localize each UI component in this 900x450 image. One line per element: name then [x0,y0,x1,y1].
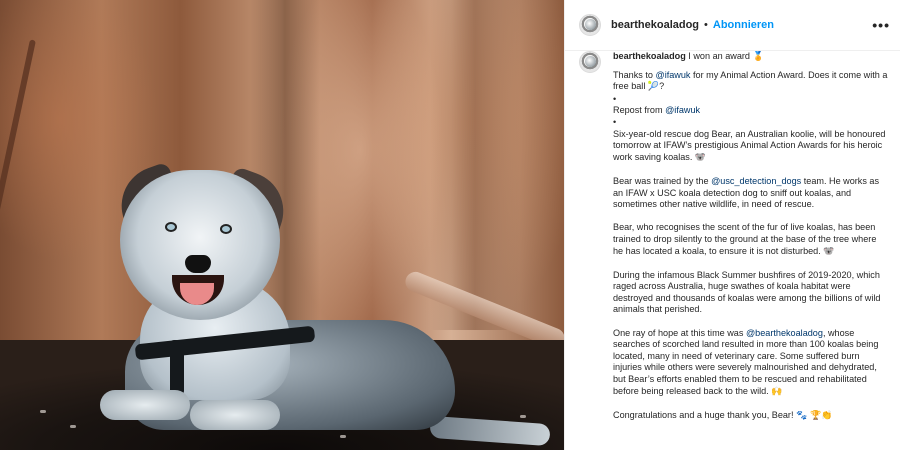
caption-text-segment: Repost from [613,105,666,116]
caption-text: bearthekoaladog I won an award 🏅 Thanks … [613,51,888,450]
caption-text-segment: ? [659,81,665,92]
caption-paragraph: Bear, who recognises the scent of the fu… [613,222,877,256]
mention-usc-detection-dogs[interactable]: @usc_detection_dogs [711,176,801,186]
post-header: bearthekoaladog • Abonnieren ••• [565,0,900,51]
dog-nose [185,255,211,273]
caption-avatar[interactable] [579,51,601,73]
caption-title: I won an award [685,51,753,61]
caption-area: bearthekoaladog I won an award 🏅 Thanks … [565,51,900,450]
dog-eye-right [220,224,232,234]
koala-icon: 🐨 [823,246,835,257]
more-options-icon[interactable]: ••• [872,17,890,33]
post-photo[interactable] [0,0,564,450]
dog-harness-strap [170,340,184,395]
ash-flake [70,425,76,428]
branch [0,39,36,354]
avatar[interactable] [579,14,601,36]
tennis-ball-icon: 🎾 [647,82,660,93]
paw-trophy-clap-icons: 🐾 🏆👏 [796,410,833,421]
dog-eye-left [165,222,177,232]
dog-paw [190,400,280,430]
mention-ifawuk[interactable]: @ifawuk [665,105,700,115]
header-separator: • [704,19,708,31]
ash-flake [40,410,46,413]
bullet: • [613,93,617,104]
caption-username-link[interactable]: bearthekoaladog [613,51,686,61]
koala-icon: 🐨 [694,152,707,163]
mention-bearthekoaladog[interactable]: @bearthekoaladog [746,328,823,338]
mention-ifawuk[interactable]: @ifawuk [655,70,690,80]
medal-icon: 🏅 [752,52,764,62]
instagram-post: bearthekoaladog • Abonnieren ••• bearthe… [0,0,900,450]
ash-flake [520,415,526,418]
ash-flake [340,435,346,438]
header-username-link[interactable]: bearthekoaladog [611,19,699,31]
caption-text-segment: One ray of hope at this time was [613,327,746,338]
caption-paragraph: During the infamous Black Summer bushfir… [613,269,881,315]
caption-paragraph: Six-year-old rescue dog Bear, an Austral… [613,128,886,162]
dog-paw [100,390,190,420]
caption-text-segment: Bear was trained by the [613,175,712,186]
follow-button[interactable]: Abonnieren [713,19,774,31]
caption-text-segment: Thanks to [613,69,656,80]
raised-hands-icon: 🙌 [771,386,783,397]
tree-trunk [430,0,520,330]
bullet: • [613,116,617,127]
post-side-panel: bearthekoaladog • Abonnieren ••• bearthe… [564,0,900,450]
caption-paragraph: Congratulations and a huge thank you, Be… [613,409,797,420]
